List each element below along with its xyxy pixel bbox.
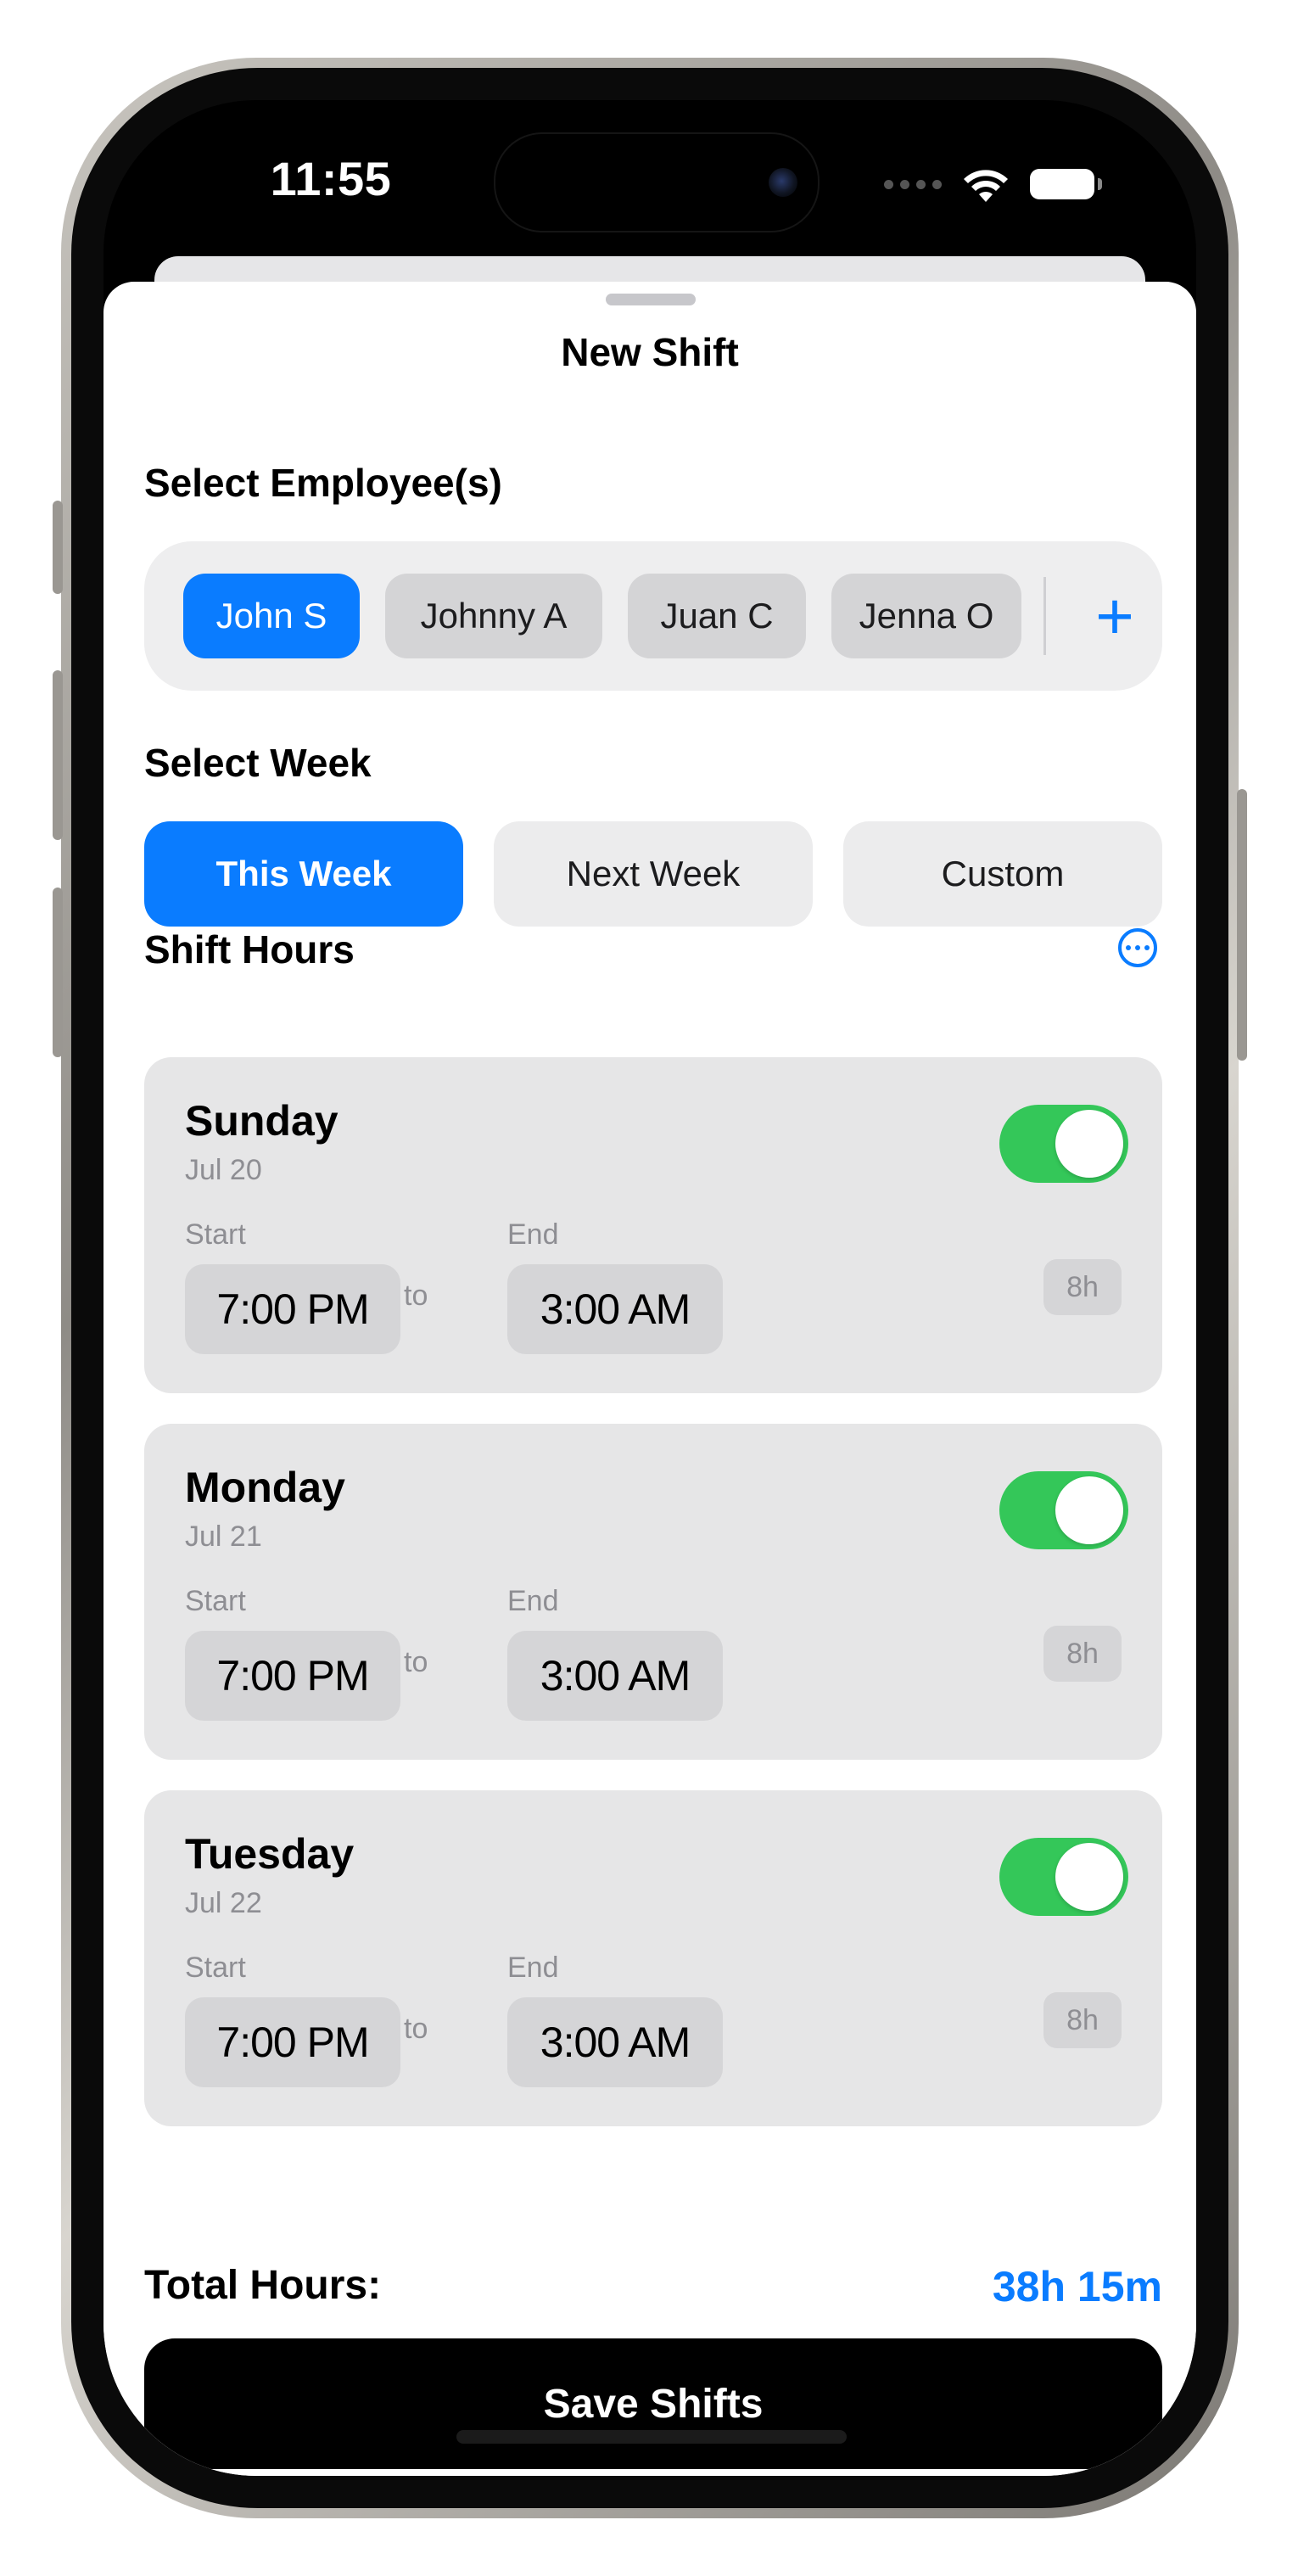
start-time-picker[interactable]: 7:00 PM bbox=[185, 1264, 400, 1354]
sheet-title: New Shift bbox=[561, 330, 739, 374]
home-indicator[interactable] bbox=[456, 2430, 847, 2444]
volume-down-button bbox=[53, 888, 63, 1057]
day-name: Tuesday bbox=[185, 1830, 355, 1878]
hours-badge: 8h bbox=[1043, 1992, 1122, 2048]
select-employees-label: Select Employee(s) bbox=[144, 461, 502, 505]
employee-picker: John S Johnny A Juan C Jenna O + bbox=[144, 541, 1162, 691]
add-employee-button[interactable]: + bbox=[1081, 582, 1149, 650]
ellipsis-circle-icon[interactable] bbox=[1118, 928, 1157, 967]
screen: 11:55 New Shift Select Employee(s) John … bbox=[104, 100, 1196, 2476]
end-time-picker[interactable]: 3:00 AM bbox=[507, 1997, 723, 2087]
start-label: Start bbox=[185, 1952, 246, 1984]
power-button bbox=[1237, 789, 1247, 1061]
day-name: Sunday bbox=[185, 1097, 338, 1145]
camera-icon bbox=[769, 168, 797, 197]
day-toggle[interactable] bbox=[999, 1471, 1128, 1549]
day-toggle[interactable] bbox=[999, 1105, 1128, 1183]
status-icons bbox=[884, 165, 1102, 204]
employee-chip-johnny-a[interactable]: Johnny A bbox=[385, 574, 602, 658]
battery-icon bbox=[1030, 169, 1102, 199]
day-toggle[interactable] bbox=[999, 1838, 1128, 1916]
custom-week-button[interactable]: Custom bbox=[843, 821, 1162, 927]
chip-divider bbox=[1043, 577, 1046, 655]
sheet-grabber[interactable] bbox=[606, 294, 696, 305]
plus-icon: + bbox=[1095, 579, 1134, 653]
toggle-knob bbox=[1055, 1110, 1123, 1178]
to-label: to bbox=[404, 1280, 428, 1312]
day-date: Jul 20 bbox=[185, 1154, 262, 1186]
status-time: 11:55 bbox=[270, 152, 392, 205]
toggle-knob bbox=[1055, 1843, 1123, 1911]
day-card-monday: Monday Jul 21 Start End 7:00 PM to 3:00 … bbox=[144, 1424, 1162, 1760]
start-time-picker[interactable]: 7:00 PM bbox=[185, 1631, 400, 1721]
to-label: to bbox=[404, 2013, 428, 2045]
toggle-knob bbox=[1055, 1476, 1123, 1544]
employee-chip-juan-c[interactable]: Juan C bbox=[628, 574, 806, 658]
day-date: Jul 21 bbox=[185, 1520, 262, 1553]
new-shift-sheet: New Shift Select Employee(s) John S John… bbox=[104, 282, 1196, 2476]
start-label: Start bbox=[185, 1585, 246, 1617]
cellular-signal-icon bbox=[884, 179, 942, 189]
start-label: Start bbox=[185, 1218, 246, 1251]
shift-hours-label: Shift Hours bbox=[144, 927, 355, 972]
day-name: Monday bbox=[185, 1464, 345, 1511]
employee-chip-jenna-o[interactable]: Jenna O bbox=[831, 574, 1021, 658]
end-time-picker[interactable]: 3:00 AM bbox=[507, 1631, 723, 1721]
save-shifts-button[interactable]: Save Shifts bbox=[144, 2338, 1162, 2469]
end-label: End bbox=[507, 1952, 559, 1984]
dynamic-island bbox=[494, 132, 820, 232]
employee-chip-john-s[interactable]: John S bbox=[183, 574, 360, 658]
action-button bbox=[53, 501, 63, 594]
hours-badge: 8h bbox=[1043, 1626, 1122, 1682]
volume-up-button bbox=[53, 670, 63, 840]
day-date: Jul 22 bbox=[185, 1887, 262, 1919]
to-label: to bbox=[404, 1646, 428, 1678]
day-card-sunday: Sunday Jul 20 Start End 7:00 PM to 3:00 … bbox=[144, 1057, 1162, 1393]
total-hours-value: 38h 15m bbox=[992, 2263, 1162, 2310]
select-week-label: Select Week bbox=[144, 741, 372, 785]
end-time-picker[interactable]: 3:00 AM bbox=[507, 1264, 723, 1354]
total-hours-label: Total Hours: bbox=[144, 2263, 382, 2308]
end-label: End bbox=[507, 1218, 559, 1251]
hours-badge: 8h bbox=[1043, 1259, 1122, 1315]
end-label: End bbox=[507, 1585, 559, 1617]
wifi-icon bbox=[964, 170, 1008, 202]
this-week-button[interactable]: This Week bbox=[144, 821, 463, 927]
start-time-picker[interactable]: 7:00 PM bbox=[185, 1997, 400, 2087]
day-card-tuesday: Tuesday Jul 22 Start End 7:00 PM to 3:00… bbox=[144, 1790, 1162, 2126]
next-week-button[interactable]: Next Week bbox=[494, 821, 813, 927]
